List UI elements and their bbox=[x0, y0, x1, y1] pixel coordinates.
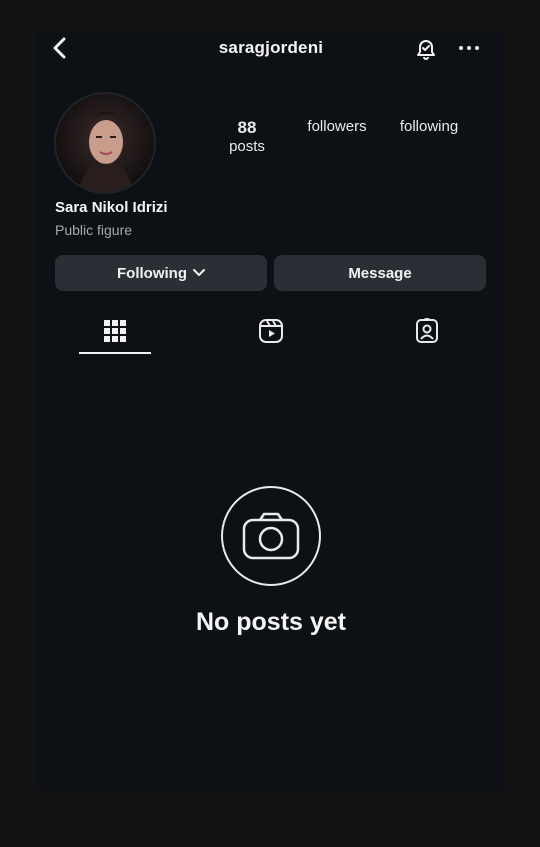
notifications-button[interactable] bbox=[413, 36, 439, 62]
followers-stat[interactable]: followers bbox=[299, 118, 375, 135]
following-button-label: Following bbox=[117, 264, 187, 282]
camera-icon bbox=[242, 512, 300, 560]
avatar-image bbox=[56, 94, 154, 192]
message-button-label: Message bbox=[348, 264, 412, 282]
profile-category: Public figure bbox=[55, 222, 133, 238]
empty-state-title: No posts yet bbox=[195, 608, 347, 636]
following-button[interactable]: Following bbox=[55, 255, 267, 291]
profile-screen: saragjordeni 88 posts followers followin… bbox=[37, 30, 505, 790]
tab-tagged[interactable] bbox=[412, 316, 442, 346]
chevron-down-icon bbox=[192, 269, 205, 276]
followers-label: followers bbox=[307, 118, 367, 135]
posts-count: 88 bbox=[237, 118, 257, 137]
profile-name: Sara Nikol Idrizi bbox=[55, 199, 168, 216]
reels-icon bbox=[259, 319, 283, 343]
tab-reels[interactable] bbox=[256, 316, 286, 346]
tab-grid[interactable] bbox=[100, 316, 130, 346]
bell-check-icon bbox=[417, 40, 435, 60]
avatar[interactable] bbox=[54, 92, 156, 194]
posts-label: posts bbox=[229, 138, 265, 155]
grid-icon bbox=[104, 320, 126, 342]
following-stat[interactable]: following bbox=[391, 118, 467, 135]
more-options-button[interactable] bbox=[456, 38, 482, 58]
posts-stat[interactable]: 88 posts bbox=[220, 118, 274, 155]
tagged-icon bbox=[416, 318, 438, 343]
more-horizontal-icon bbox=[459, 46, 479, 50]
message-button[interactable]: Message bbox=[274, 255, 486, 291]
following-label: following bbox=[399, 118, 459, 135]
empty-state-icon-ring bbox=[221, 486, 321, 586]
active-tab-indicator bbox=[79, 352, 151, 354]
